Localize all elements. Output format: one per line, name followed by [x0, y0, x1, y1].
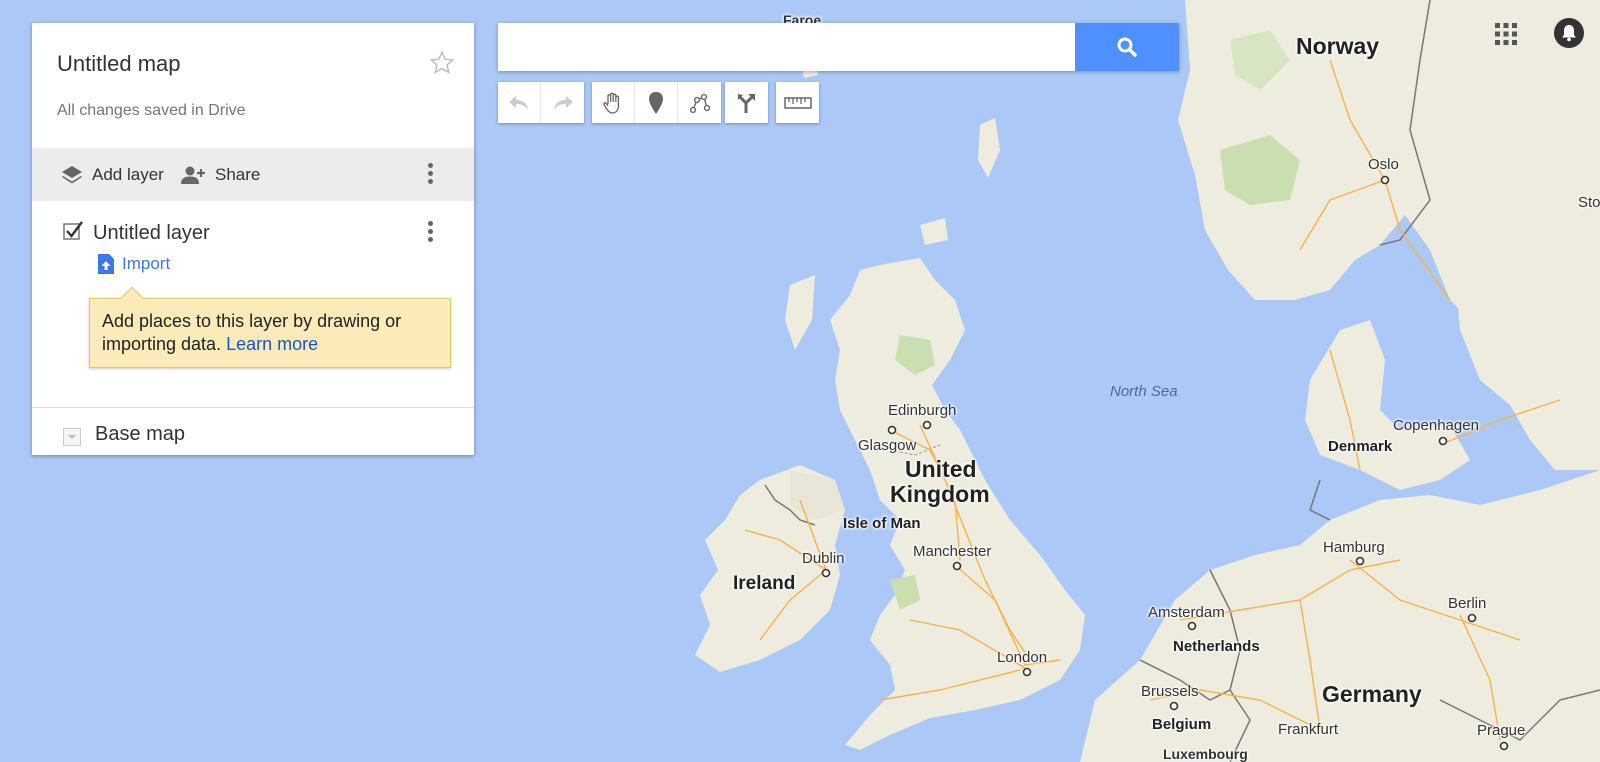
map-label-norway: Norway — [1296, 33, 1380, 59]
map-label-copenhagen: Copenhagen — [1393, 417, 1479, 434]
search-input[interactable] — [498, 23, 1075, 71]
map-label-prague: Prague — [1477, 722, 1526, 739]
line-icon — [689, 93, 710, 113]
directions-tools — [725, 82, 768, 123]
map-label-germany: Germany — [1322, 681, 1422, 707]
star-icon[interactable] — [428, 49, 456, 77]
base-map-toggle[interactable] — [63, 428, 81, 446]
add-marker-button[interactable] — [635, 82, 678, 123]
draw-line-button[interactable] — [678, 82, 721, 123]
map-label-isle-of-man: Isle of Man — [843, 515, 921, 532]
map-options-menu-icon[interactable] — [420, 161, 440, 189]
import-file-icon — [98, 254, 114, 274]
chevron-down-icon — [68, 435, 76, 439]
empty-layer-tooltip: Add places to this layer by drawing or i… — [89, 286, 451, 368]
map-label-glasgow: Glasgow — [858, 437, 917, 454]
add-person-icon — [181, 166, 205, 184]
map-label-belgium: Belgium — [1152, 716, 1212, 733]
map-label-oslo: Oslo — [1368, 156, 1399, 173]
undo-icon — [509, 95, 528, 110]
map-label-amsterdam: Amsterdam — [1148, 604, 1225, 621]
map-label-kingdom: Kingdom — [890, 481, 990, 507]
map-panel: Untitled map All changes saved in Drive … — [32, 23, 474, 455]
marker-icon — [649, 91, 663, 114]
map-label-manchester: Manchester — [913, 543, 992, 560]
panel-divider — [32, 407, 474, 408]
layer-name[interactable]: Untitled layer — [93, 222, 210, 245]
map-label-luxembourg: Luxembourg — [1163, 746, 1248, 762]
redo-icon — [553, 95, 573, 110]
layer-visibility-checkbox[interactable] — [62, 220, 84, 242]
search-box — [498, 23, 1179, 71]
add-layer-button[interactable]: Add layer — [60, 148, 164, 201]
measure-button[interactable] — [776, 82, 819, 123]
hand-icon — [603, 92, 620, 114]
apps-grid-icon[interactable] — [1494, 22, 1518, 46]
map-label-frankfurt: Frankfurt — [1278, 721, 1339, 738]
pan-tool-button[interactable] — [592, 82, 635, 123]
map-label-sto: Sto — [1578, 194, 1600, 211]
share-button[interactable]: Share — [179, 148, 260, 201]
search-icon — [1117, 37, 1137, 57]
tooltip-arrow — [120, 286, 144, 310]
directions-icon — [737, 93, 755, 113]
map-label-netherlands: Netherlands — [1173, 638, 1260, 655]
map-label-dublin: Dublin — [802, 550, 845, 567]
add-layer-label: Add layer — [92, 164, 164, 184]
map-label-united: United — [905, 456, 977, 482]
map-title[interactable]: Untitled map — [57, 51, 181, 77]
learn-more-link[interactable]: Learn more — [226, 334, 318, 354]
map-label-denmark: Denmark — [1328, 438, 1393, 455]
history-tools — [498, 82, 584, 123]
map-label-london: London — [997, 649, 1048, 666]
import-button[interactable]: Import — [97, 252, 170, 276]
search-button[interactable] — [1075, 23, 1179, 71]
layer-toolbar: Add layer Share — [32, 148, 474, 201]
measure-tools — [776, 82, 819, 123]
map-label-north-sea: North Sea — [1110, 383, 1178, 400]
map-label-ireland: Ireland — [733, 573, 796, 594]
redo-button[interactable] — [541, 82, 584, 123]
bell-icon — [1562, 25, 1576, 42]
ruler-icon — [783, 96, 812, 109]
map-label-hamburg: Hamburg — [1323, 539, 1385, 556]
draw-tools — [592, 82, 721, 123]
map-label-brussels: Brussels — [1141, 683, 1199, 700]
directions-button[interactable] — [725, 82, 768, 123]
map-label-berlin: Berlin — [1448, 595, 1487, 612]
undo-button[interactable] — [498, 82, 541, 123]
save-status: All changes saved in Drive — [57, 102, 246, 119]
layer-options-menu-icon[interactable] — [420, 219, 440, 247]
share-label: Share — [215, 164, 261, 184]
import-label: Import — [122, 254, 171, 273]
base-map-label[interactable]: Base map — [95, 423, 185, 446]
layers-icon — [62, 165, 82, 183]
notifications-button[interactable] — [1554, 18, 1584, 48]
map-label-edinburgh: Edinburgh — [888, 402, 957, 419]
